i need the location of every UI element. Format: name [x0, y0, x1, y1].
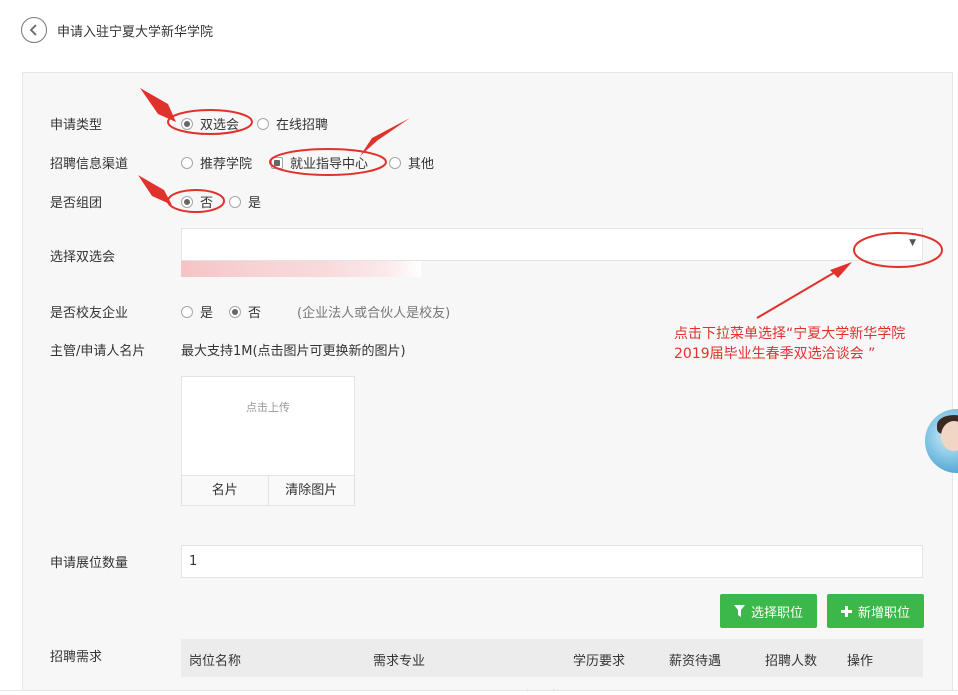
upload-footer: 名片 清除图片: [182, 475, 354, 505]
column-header: 岗位名称: [189, 654, 242, 669]
business-card-label: 主管/申请人名片: [50, 344, 146, 359]
radio-icon[interactable]: [229, 195, 241, 208]
apply-type-label: 申请类型: [50, 118, 103, 133]
business-card-upload[interactable]: 点击上传 名片 清除图片: [181, 376, 355, 506]
radio-checked-icon[interactable]: [271, 156, 283, 169]
annotation-line-2: 2019届毕业生春季双选洽谈会 ”: [674, 346, 876, 362]
filter-icon: [733, 605, 745, 617]
alumni-label: 是否校友企业: [50, 306, 129, 321]
booth-count-label: 申请展位数量: [50, 556, 129, 571]
column-header: 招聘人数: [765, 654, 818, 669]
radio-checked-icon[interactable]: [229, 305, 241, 318]
alumni-option-no[interactable]: 否: [229, 302, 261, 321]
column-header: 需求专业: [373, 654, 426, 669]
avatar-face: [941, 421, 958, 451]
group-option-no[interactable]: 否: [181, 192, 213, 211]
radio-icon[interactable]: [389, 156, 401, 169]
add-position-label: 新增职位: [857, 605, 910, 621]
option-label: 是: [248, 196, 262, 211]
column-header: 学历要求: [573, 654, 626, 669]
select-position-button[interactable]: 选择职位: [720, 594, 817, 628]
alumni-hint: (企业法人或合伙人是校友): [297, 306, 451, 321]
annotation-line-1: 点击下拉菜单选择“宁夏大学新华学院: [674, 326, 906, 342]
positions-table-header: 岗位名称 需求专业 学历要求 薪资待遇 招聘人数 操作: [181, 639, 923, 677]
back-arrow-icon: [29, 24, 37, 36]
fair-select-label: 选择双选会: [50, 250, 116, 265]
page-bottom-edge: [0, 690, 958, 695]
upload-size-hint: 最大支持1M(点击图片可更换新的图片): [181, 344, 406, 359]
channel-option-college[interactable]: 推荐学院: [181, 153, 252, 172]
group-option-yes[interactable]: 是: [229, 192, 261, 211]
column-header: 薪资待遇: [669, 654, 722, 669]
option-label: 就业指导中心: [290, 157, 369, 172]
page-title: 申请入驻宁夏大学新华学院: [57, 25, 214, 40]
back-button[interactable]: [21, 17, 47, 43]
option-label: 推荐学院: [200, 157, 253, 172]
tutorial-annotation: 点击下拉菜单选择“宁夏大学新华学院 2019届毕业生春季双选洽谈会 ”: [674, 324, 905, 364]
option-label: 其他: [408, 157, 435, 172]
radio-icon[interactable]: [181, 156, 193, 169]
dropdown-caret-icon[interactable]: ▼: [909, 238, 916, 248]
option-label: 是: [200, 306, 214, 321]
upload-tip[interactable]: 点击上传: [182, 399, 354, 415]
booth-count-input[interactable]: 1: [181, 545, 923, 578]
group-label: 是否组团: [50, 196, 103, 211]
add-position-button[interactable]: 新增职位: [827, 594, 924, 628]
blurred-content: [181, 261, 421, 277]
option-label: 在线招聘: [276, 118, 329, 133]
recruit-needs-label: 招聘需求: [50, 650, 103, 665]
page-header: 申请入驻宁夏大学新华学院: [0, 0, 958, 60]
fair-select-dropdown[interactable]: ▼: [181, 228, 923, 261]
option-label: 否: [200, 196, 214, 211]
radio-checked-icon[interactable]: [181, 195, 193, 208]
channel-option-other[interactable]: 其他: [389, 153, 434, 172]
radio-icon[interactable]: [257, 117, 269, 130]
card-caption: 名片: [211, 483, 238, 498]
channel-option-employment-center[interactable]: 就业指导中心: [271, 153, 368, 172]
radio-icon[interactable]: [181, 305, 193, 318]
clear-image-button[interactable]: 清除图片: [267, 476, 355, 505]
alumni-option-yes[interactable]: 是: [181, 302, 213, 321]
option-label: 双选会: [200, 118, 240, 133]
select-position-label: 选择职位: [750, 605, 803, 621]
apply-type-option-online[interactable]: 在线招聘: [257, 114, 328, 133]
option-label: 否: [248, 306, 262, 321]
apply-type-option-fair[interactable]: 双选会: [181, 114, 239, 133]
plus-icon: [840, 605, 852, 617]
column-header: 操作: [847, 654, 874, 669]
radio-checked-icon[interactable]: [181, 117, 193, 130]
channel-label: 招聘信息渠道: [50, 157, 129, 172]
